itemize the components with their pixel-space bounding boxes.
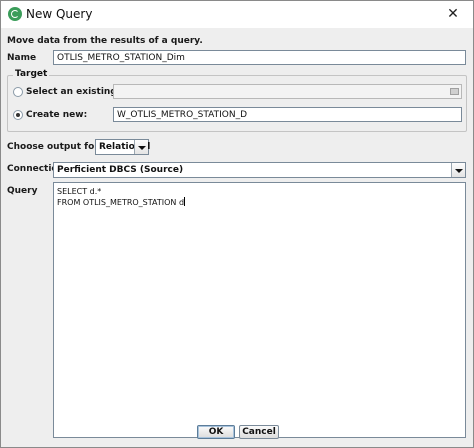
name-input[interactable]: OTLIS_METRO_STATION_Dim: [53, 50, 466, 65]
chevron-down-icon[interactable]: [451, 163, 465, 177]
create-new-radio[interactable]: [13, 110, 23, 120]
dialog-content: Move data from the results of a query. N…: [1, 28, 473, 447]
query-line-2: FROM OTLIS_METRO_STATION d: [57, 198, 185, 207]
close-icon[interactable]: ✕: [433, 1, 473, 28]
connection-select[interactable]: Perficient DBCS (Source): [53, 162, 466, 178]
new-query-dialog: New Query ✕ Move data from the results o…: [0, 0, 474, 448]
query-editor[interactable]: SELECT d.* FROM OTLIS_METRO_STATION d: [53, 182, 466, 438]
text-caret: [184, 197, 186, 206]
output-format-select[interactable]: Relational: [95, 139, 150, 155]
ok-button[interactable]: OK: [197, 425, 235, 439]
window-title: New Query: [26, 7, 93, 21]
title-bar: New Query ✕: [1, 1, 473, 28]
select-existing-field[interactable]: [113, 84, 462, 99]
target-group: Target Select an existing: Create new: W…: [7, 69, 467, 132]
app-logo-icon: [8, 7, 22, 21]
browse-folder-icon[interactable]: [450, 88, 459, 95]
select-existing-label: Select an existing:: [26, 87, 121, 97]
query-line-1: SELECT d.*: [57, 187, 102, 196]
description-text: Move data from the results of a query.: [7, 36, 203, 46]
connection-value: Perficient DBCS (Source): [57, 165, 184, 175]
create-new-label: Create new:: [26, 110, 88, 120]
chevron-down-icon[interactable]: [134, 140, 148, 154]
query-label: Query: [7, 186, 38, 196]
cancel-button[interactable]: Cancel: [239, 425, 279, 439]
select-existing-radio[interactable]: [13, 87, 23, 97]
name-label: Name: [7, 53, 37, 63]
create-new-input[interactable]: W_OTLIS_METRO_STATION_D: [113, 107, 462, 122]
target-group-title: Target: [13, 69, 50, 79]
